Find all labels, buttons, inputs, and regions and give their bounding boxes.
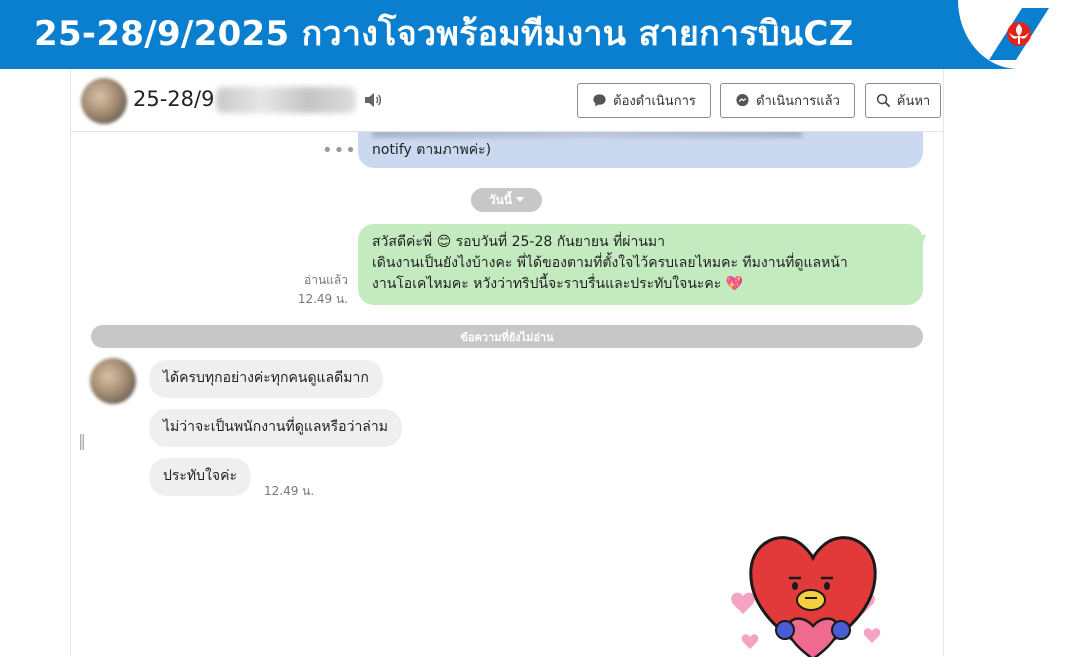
avatar[interactable] <box>90 358 136 404</box>
previous-message-bubble: notify ตามภาพค่ะ) <box>358 132 923 168</box>
banner-title: 25-28/9/2025 กวางโจวพร้อมทีมงาน สายการบิ… <box>34 14 854 54</box>
outgoing-line-2: เดินงานเป็นยังไงบ้างคะ พี่ได้ของตามที่ตั… <box>372 255 848 271</box>
outgoing-line-3: งานโอเคไหมคะ หวังว่าทริปนี้จะราบรื่นและป… <box>372 276 744 292</box>
todo-button-label: ต้องดำเนินการ <box>613 94 696 109</box>
incoming-message-bubble: ได้ครบทุกอย่างค่ะทุกคนดูแลดีมาก <box>149 360 383 398</box>
message-time: 12.49 น. <box>297 292 348 306</box>
chevron-down-icon <box>516 197 525 202</box>
incoming-message-text: ประทับใจค่ะ <box>163 468 237 484</box>
messenger-icon <box>736 93 749 107</box>
logo-container <box>958 0 1070 69</box>
previous-message-text: notify ตามภาพค่ะ) <box>372 142 492 158</box>
top-banner: 25-28/9/2025 กวางโจวพร้อมทีมงาน สายการบิ… <box>0 0 1070 69</box>
date-separator[interactable]: วันนี้ <box>471 188 542 212</box>
incoming-message-bubble: ประทับใจค่ะ <box>149 458 251 496</box>
unread-separator-label: ข้อความที่ยังไม่อ่าน <box>460 330 554 344</box>
incoming-message-text: ไม่ว่าจะเป็นพนักงานที่ดูแลหรือว่าล่าม <box>163 419 388 435</box>
chat-bubble-icon <box>593 94 606 107</box>
chat-header: 25-28/9 ต้องดำเนินการ ดำเนินการแล้ว ค้นห… <box>71 69 943 132</box>
china-southern-kapok-logo-icon <box>989 8 1049 60</box>
avatar[interactable] <box>81 78 127 124</box>
speaker-icon[interactable] <box>363 90 383 110</box>
read-status: อ่านแล้ว <box>304 273 348 287</box>
search-button[interactable]: ค้นหา <box>865 83 941 118</box>
outgoing-line-1: สวัสดีค่ะพี่ 😊 รอบวันที่ 25-28 กันยายน ท… <box>372 234 665 250</box>
chat-panel: 25-28/9 ต้องดำเนินการ ดำเนินการแล้ว ค้นห… <box>70 69 944 657</box>
date-separator-label: วันนี้ <box>488 192 513 207</box>
chat-name: 25-28/9 <box>133 87 215 111</box>
more-options-icon[interactable]: ••• <box>322 140 357 161</box>
heart-character-sticker <box>731 536 881 657</box>
todo-button[interactable]: ต้องดำเนินการ <box>577 83 711 118</box>
incoming-message-bubble: ไม่ว่าจะเป็นพนักงานที่ดูแลหรือว่าล่าม <box>149 409 402 447</box>
redacted-name <box>216 87 356 113</box>
search-button-label: ค้นหา <box>896 94 931 109</box>
done-button[interactable]: ดำเนินการแล้ว <box>720 83 855 118</box>
search-icon <box>876 93 890 108</box>
unread-separator: ข้อความที่ยังไม่อ่าน <box>91 325 923 348</box>
cut-off-text <box>372 132 802 138</box>
resize-handle-icon[interactable]: ‖ <box>78 431 86 450</box>
outgoing-message-bubble: สวัสดีค่ะพี่ 😊 รอบวันที่ 25-28 กันยายน ท… <box>358 224 923 305</box>
done-button-label: ดำเนินการแล้ว <box>756 94 840 109</box>
incoming-message-text: ได้ครบทุกอย่างค่ะทุกคนดูแลดีมาก <box>163 370 369 386</box>
message-time: 12.49 น. <box>264 484 315 498</box>
